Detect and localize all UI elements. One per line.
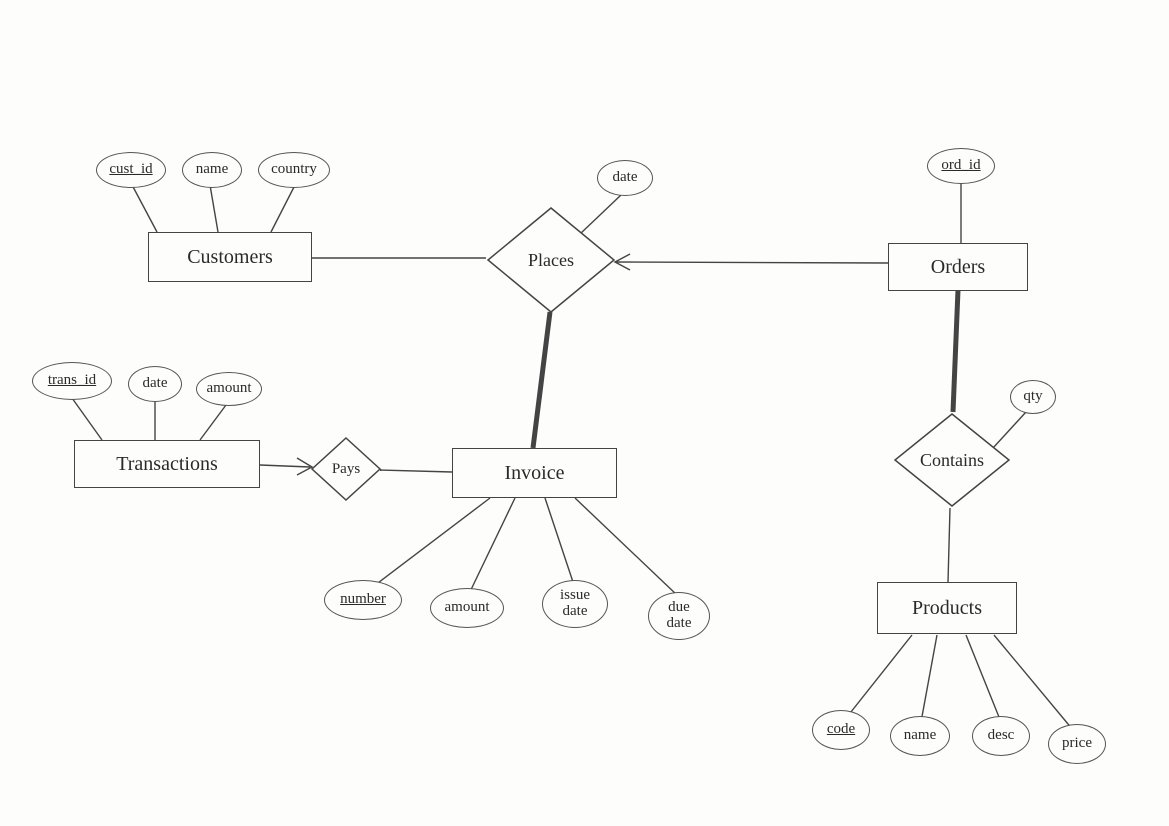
attr-transactions-trans-id-label: trans_id: [48, 373, 96, 389]
relationship-pays: Pays: [310, 436, 382, 502]
relationship-contains-label: Contains: [920, 450, 984, 471]
entity-customers-label: Customers: [187, 247, 273, 268]
attr-customers-country-label: country: [271, 162, 317, 178]
attr-customers-name-label: name: [196, 162, 228, 178]
attr-invoice-number: number: [324, 580, 402, 620]
attr-transactions-amount: amount: [196, 372, 262, 406]
attr-transactions-trans-id: trans_id: [32, 362, 112, 400]
attr-customers-name: name: [182, 152, 242, 188]
entity-invoice: Invoice: [452, 448, 617, 498]
attr-invoice-issue-date: issue date: [542, 580, 608, 628]
entity-orders: Orders: [888, 243, 1028, 291]
attr-products-code: code: [812, 710, 870, 750]
attr-contains-qty-label: qty: [1023, 389, 1042, 405]
attr-products-name: name: [890, 716, 950, 756]
entity-transactions: Transactions: [74, 440, 260, 488]
attr-products-price: price: [1048, 724, 1106, 764]
attr-transactions-amount-label: amount: [207, 381, 252, 397]
attr-places-date-label: date: [613, 170, 638, 186]
entity-products-label: Products: [912, 598, 982, 619]
er-diagram: Customers Orders Transactions Invoice Pr…: [0, 0, 1169, 826]
attr-orders-ord-id-label: ord_id: [941, 158, 980, 174]
entity-customers: Customers: [148, 232, 312, 282]
attr-products-price-label: price: [1062, 736, 1092, 752]
attr-invoice-amount-label: amount: [445, 600, 490, 616]
attr-transactions-date: date: [128, 366, 182, 402]
attr-invoice-issue-date-label: issue date: [560, 588, 590, 620]
attr-invoice-due-date: due date: [648, 592, 710, 640]
attr-products-desc-label: desc: [988, 728, 1015, 744]
attr-orders-ord-id: ord_id: [927, 148, 995, 184]
attr-transactions-date-label: date: [143, 376, 168, 392]
attr-invoice-due-date-label: due date: [667, 600, 692, 632]
attr-customers-cust-id: cust_id: [96, 152, 166, 188]
attr-invoice-number-label: number: [340, 592, 386, 608]
entity-invoice-label: Invoice: [505, 463, 565, 484]
entity-orders-label: Orders: [931, 257, 985, 278]
attr-products-desc: desc: [972, 716, 1030, 756]
entity-transactions-label: Transactions: [116, 454, 217, 475]
attr-customers-cust-id-label: cust_id: [109, 162, 152, 178]
relationship-pays-label: Pays: [332, 461, 360, 478]
attr-contains-qty: qty: [1010, 380, 1056, 414]
attr-customers-country: country: [258, 152, 330, 188]
attr-places-date: date: [597, 160, 653, 196]
relationship-places-label: Places: [528, 250, 574, 271]
relationship-contains: Contains: [893, 412, 1011, 508]
attr-products-name-label: name: [904, 728, 936, 744]
relationship-places: Places: [486, 206, 616, 314]
attr-products-code-label: code: [827, 722, 855, 738]
attr-invoice-amount: amount: [430, 588, 504, 628]
entity-products: Products: [877, 582, 1017, 634]
